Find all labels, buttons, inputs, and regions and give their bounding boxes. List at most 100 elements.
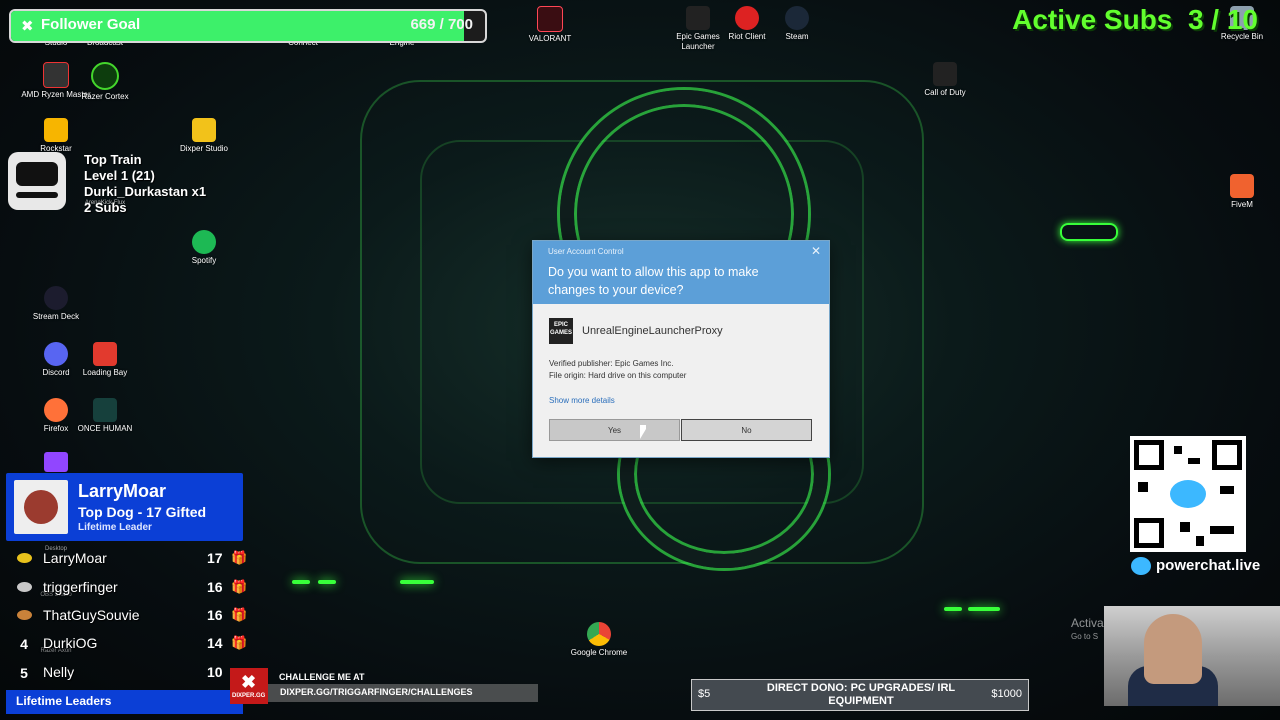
leaderboard-name: LarryMoar bbox=[43, 550, 107, 566]
qr-finder bbox=[1212, 440, 1242, 470]
qr-module bbox=[1138, 482, 1148, 492]
mouse-cursor-icon bbox=[640, 425, 646, 439]
desktop-icon-loading-bay[interactable]: Loading Bay bbox=[70, 342, 140, 378]
follower-goal-title: Follower Goal bbox=[41, 16, 141, 33]
desktop-icon-steam[interactable]: Steam bbox=[762, 6, 832, 42]
activate-windows-title: Activa bbox=[1071, 616, 1104, 630]
once-human-icon bbox=[93, 398, 117, 422]
powerchat-icon bbox=[1170, 480, 1206, 508]
desktop-icon-label: Call of Duty bbox=[924, 88, 966, 97]
desktop-icon-once-human[interactable]: ONCE HUMAN bbox=[70, 398, 140, 434]
close-icon[interactable]: ✕ bbox=[811, 244, 821, 258]
avatar bbox=[14, 480, 68, 534]
qr-module bbox=[1188, 458, 1200, 464]
qr-module bbox=[1196, 536, 1204, 546]
desktop-icon-label: Riot Client bbox=[728, 32, 766, 41]
dixper-studio-icon bbox=[192, 118, 216, 142]
qr-module bbox=[1174, 446, 1182, 454]
uac-app-name: UnrealEngineLauncherProxy bbox=[582, 325, 723, 337]
google-chrome-icon bbox=[587, 622, 611, 646]
challenge-url: DIXPER.GG/TRIGGARFINGER/CHALLENGES bbox=[280, 687, 473, 697]
desktop-icon-label: Discord bbox=[42, 368, 70, 377]
desktop-icon-label: Steam bbox=[785, 32, 809, 41]
qr-finder bbox=[1134, 518, 1164, 548]
wallpaper-glow bbox=[292, 580, 310, 584]
lifetime-leaders-footer: Lifetime Leaders bbox=[6, 690, 243, 714]
fivem-icon bbox=[1230, 174, 1254, 198]
uac-question: Do you want to allow this app to make ch… bbox=[548, 265, 759, 297]
desktop-icon-label: Loading Bay bbox=[82, 368, 128, 377]
no-button[interactable]: No bbox=[681, 419, 812, 441]
leader-name: LarryMoar bbox=[78, 481, 167, 501]
top-train-widget: Top Train Level 1 (21) Durki_Durkastan x… bbox=[84, 152, 206, 216]
qr-finder bbox=[1134, 440, 1164, 470]
desktop-icon-fivem[interactable]: FiveM bbox=[1207, 174, 1277, 210]
desktop-icon-label: FiveM bbox=[1231, 200, 1253, 209]
leaderboard-rank: 5 bbox=[20, 665, 28, 681]
epic-games-logo-icon: EPIC GAMES bbox=[549, 318, 573, 344]
follower-goal-bar: ✖ Follower Goal 669 / 700 bbox=[9, 9, 487, 43]
gift-icon: 🎁 bbox=[231, 579, 248, 594]
yes-button[interactable]: Yes bbox=[549, 419, 680, 441]
twitch-icon[interactable] bbox=[44, 452, 68, 472]
riot-client-icon bbox=[735, 6, 759, 30]
dixper-x-icon: ✖ bbox=[241, 672, 257, 692]
desktop-icon-razer-cortex[interactable]: Razer Cortex bbox=[70, 62, 140, 102]
desktop-icon-call-of-duty[interactable]: Call of Duty bbox=[910, 62, 980, 98]
firefox-icon bbox=[44, 398, 68, 422]
desktop-icon-label: Firefox bbox=[43, 424, 69, 433]
leaderboard-name: ThatGuySouvie bbox=[43, 607, 140, 623]
webcam-feed bbox=[1104, 606, 1280, 706]
gold-medal-icon bbox=[17, 553, 32, 563]
desktop-icon-dixper-studio[interactable]: Dixper Studio bbox=[169, 118, 239, 154]
spotify-icon bbox=[192, 230, 216, 254]
uac-publisher: Verified publisher: Epic Games Inc. bbox=[549, 359, 674, 368]
activate-windows-subtitle: Go to S bbox=[1071, 632, 1099, 641]
qr-module bbox=[1220, 486, 1234, 494]
amd-ryzen-master-icon bbox=[43, 62, 69, 88]
qr-code bbox=[1130, 436, 1246, 552]
epic-games-icon bbox=[686, 6, 710, 30]
discord-icon bbox=[44, 342, 68, 366]
desktop-icon-rockstar[interactable]: Rockstar bbox=[21, 118, 91, 154]
desktop-icon-label: Spotify bbox=[191, 256, 217, 265]
desktop-icon-google-chrome[interactable]: Google Chrome bbox=[564, 622, 634, 658]
leaderboard-count: 16 bbox=[207, 579, 223, 595]
top-train-level: Level 1 (21) bbox=[84, 168, 155, 183]
rockstar-icon bbox=[44, 118, 68, 142]
leader-tag: Lifetime Leader bbox=[78, 522, 152, 533]
leaderboard-row: 4 DurkiOG 14 🎁 bbox=[0, 631, 250, 657]
silver-medal-icon bbox=[17, 582, 32, 592]
qr-module bbox=[1180, 522, 1190, 532]
desktop-icon-label: Stream Deck bbox=[32, 312, 80, 321]
call-of-duty-icon bbox=[933, 62, 957, 86]
powerchat-brand: powerchat.live bbox=[1156, 557, 1261, 574]
desktop-icon-spotify[interactable]: Spotify bbox=[169, 230, 239, 266]
steam-icon bbox=[785, 6, 809, 30]
desktop-icon-valorant[interactable]: VALORANT bbox=[515, 6, 585, 44]
leaderboard-count: 17 bbox=[207, 550, 223, 566]
leaderboard-name: DurkiOG bbox=[43, 635, 98, 651]
donation-max: $1000 bbox=[991, 688, 1022, 700]
active-subs-counter: Active Subs 3 / 10 bbox=[1012, 4, 1258, 36]
show-more-details-link[interactable]: Show more details bbox=[549, 396, 615, 405]
follower-goal-count: 669 / 700 bbox=[410, 16, 473, 33]
gift-icon: 🎁 bbox=[231, 550, 248, 565]
desktop-icon-stream-deck[interactable]: Stream Deck bbox=[21, 286, 91, 322]
donation-min: $5 bbox=[698, 688, 711, 700]
webcam-person bbox=[1144, 614, 1202, 684]
uac-dialog: User Account Control ✕ Do you want to al… bbox=[533, 241, 829, 457]
donation-label: DIRECT DONO: PC UPGRADES/ IRL EQUIPMENT bbox=[766, 682, 956, 707]
uac-file-origin: File origin: Hard drive on this computer bbox=[549, 371, 687, 380]
qr-module bbox=[1210, 526, 1234, 534]
active-subs-count: 3 / 10 bbox=[1187, 4, 1258, 35]
bronze-medal-icon bbox=[17, 610, 32, 620]
donation-goal-bar: $5 DIRECT DONO: PC UPGRADES/ IRL EQUIPME… bbox=[691, 679, 1029, 711]
valorant-icon bbox=[537, 6, 563, 32]
top-train-subs: 2 Subs bbox=[84, 200, 127, 215]
leaderboard-row: triggerfinger 16 🎁 bbox=[0, 575, 250, 601]
razer-cortex-icon bbox=[91, 62, 119, 90]
gift-icon: 🎁 bbox=[231, 635, 248, 650]
active-subs-label: Active Subs bbox=[1012, 4, 1173, 35]
leaderboard-rank: 4 bbox=[20, 636, 28, 652]
